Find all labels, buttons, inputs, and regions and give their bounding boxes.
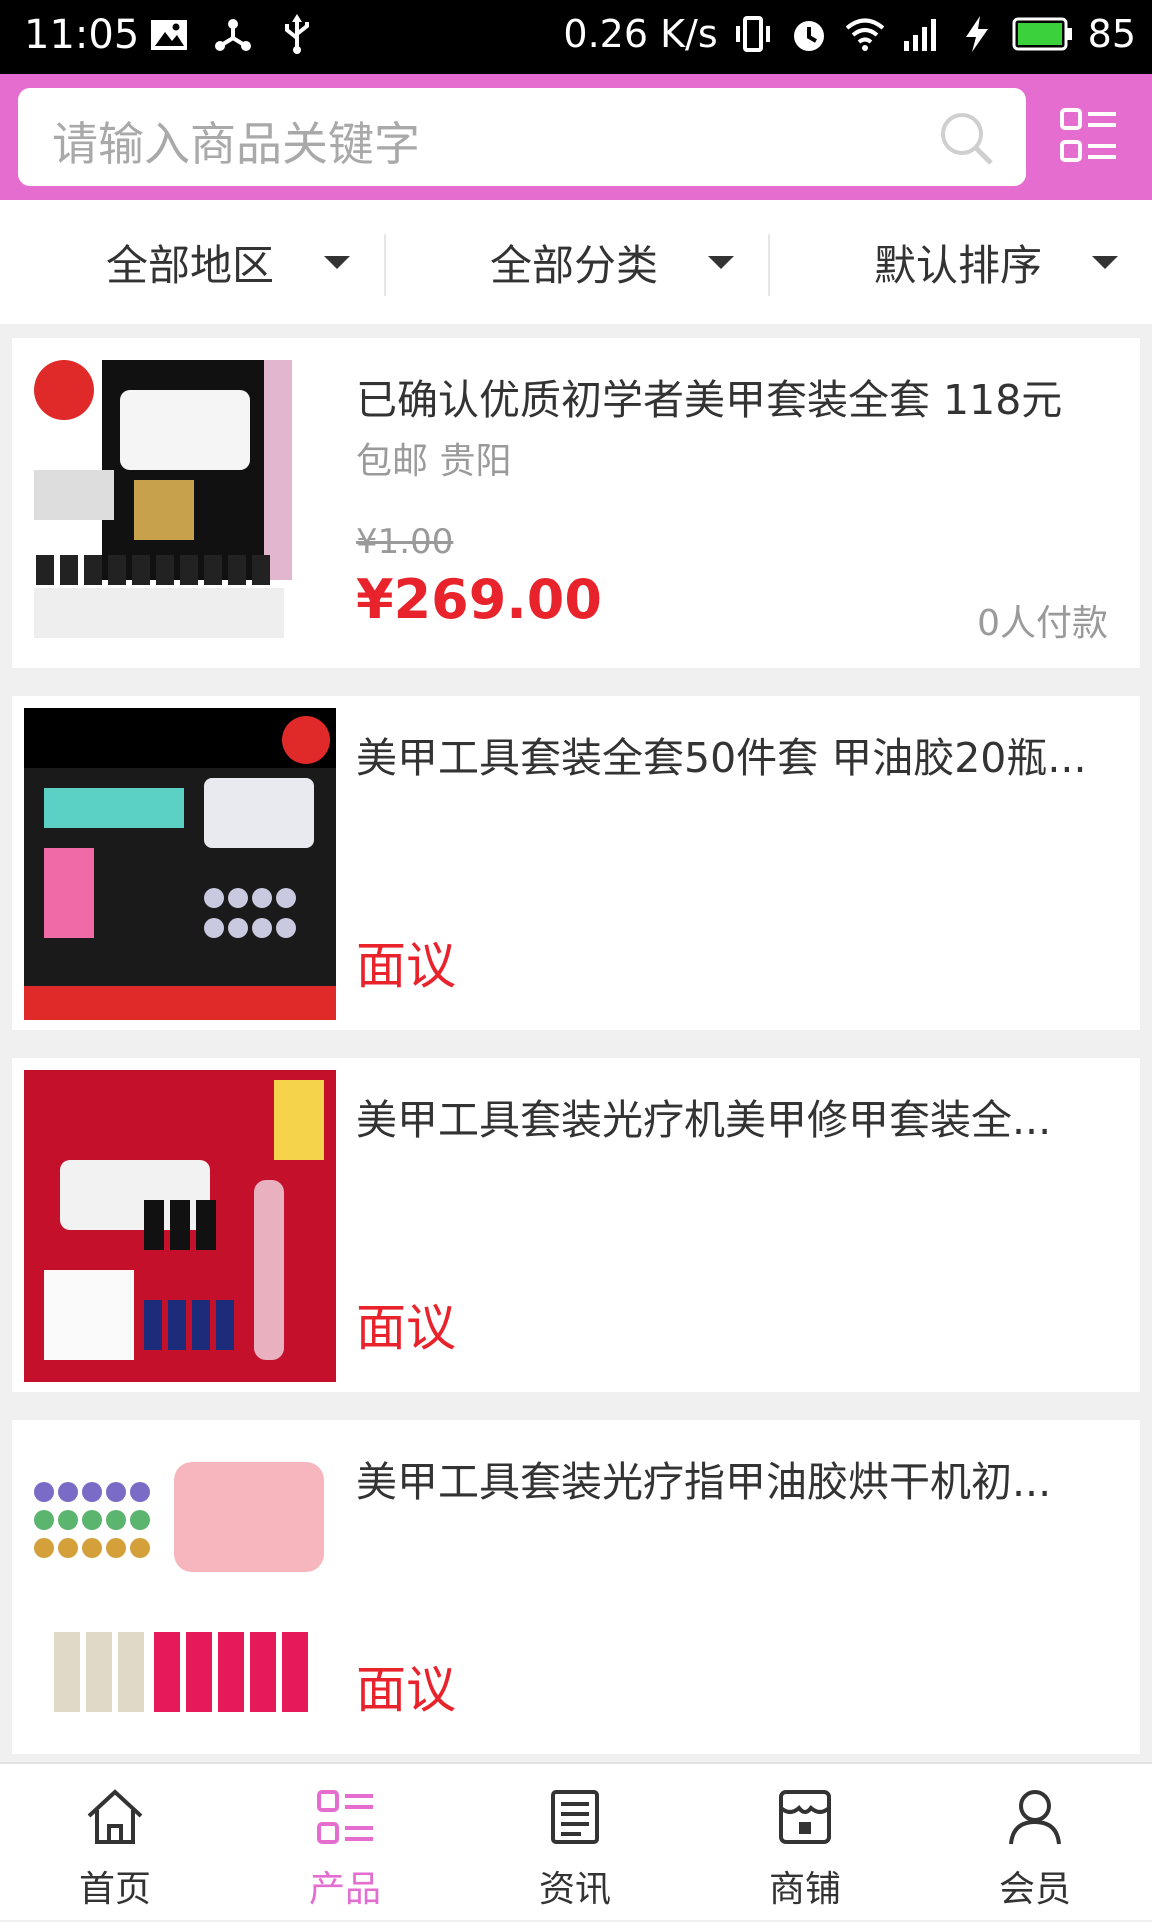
product-item[interactable]: 已确认优质初学者美甲套装全套 118元 包邮 贵阳 ¥1.00 ¥269.00 … — [12, 338, 1140, 668]
caret-down-icon — [1092, 255, 1119, 269]
filter-bar: 全部地区 全部分类 默认排序 — [0, 200, 1152, 324]
home-icon — [87, 1789, 143, 1844]
status-time: 11:05 — [24, 12, 140, 58]
product-image — [24, 350, 336, 662]
tab-news-label: 资讯 — [538, 1869, 611, 1910]
search-icon[interactable] — [936, 108, 996, 168]
header: 请输入商品关键字 — [0, 74, 1152, 200]
product-image — [24, 1432, 336, 1744]
search-input[interactable]: 请输入商品关键字 — [18, 88, 1026, 186]
product-image — [24, 708, 336, 1020]
signal-icon — [903, 19, 936, 51]
charging-icon — [965, 16, 988, 52]
usb-icon — [285, 14, 309, 54]
caret-down-icon — [324, 255, 351, 269]
product-item[interactable]: 美甲工具套装光疗指甲油胶烘干机初... 面议 — [12, 1420, 1140, 1754]
tab-home-label: 首页 — [78, 1869, 151, 1910]
filter-region-label: 全部地区 — [106, 240, 275, 290]
tab-shop-label: 商铺 — [768, 1869, 841, 1910]
status-right: 0.26 K/s 85 — [563, 12, 1136, 56]
price-negotiable: 面议 — [356, 937, 456, 995]
tab-shop[interactable]: 商铺 — [690, 1764, 920, 1922]
product-title[interactable]: 美甲工具套装光疗机美甲修甲套装全... — [356, 1086, 1120, 1146]
battery-level: 85 — [1087, 12, 1136, 56]
product-title[interactable]: 美甲工具套装光疗指甲油胶烘干机初... — [356, 1448, 1120, 1508]
shop-icon — [779, 1790, 831, 1844]
product-list: 已确认优质初学者美甲套装全套 118元 包邮 贵阳 ¥1.00 ¥269.00 … — [12, 338, 1140, 1782]
share-icon — [215, 19, 251, 51]
product-meta: 包邮 贵阳 — [356, 441, 512, 482]
user-icon — [1009, 1790, 1061, 1845]
product-image — [24, 1070, 336, 1382]
product-item[interactable]: 美甲工具套装全套50件套 甲油胶20瓶... 面议 — [12, 696, 1140, 1030]
filter-sort-label: 默认排序 — [874, 240, 1043, 290]
vibrate-icon — [735, 16, 770, 52]
price-negotiable: 面议 — [356, 1299, 456, 1357]
filter-region[interactable]: 全部地区 — [106, 200, 351, 324]
status-left-icons — [148, 14, 318, 56]
tab-products-label: 产品 — [308, 1869, 381, 1910]
status-bar: 11:05 0.26 K/s 85 — [0, 0, 1152, 74]
tab-member-label: 会员 — [998, 1869, 1071, 1910]
alarm-icon — [793, 21, 824, 51]
bottom-tab-bar: 首页 产品 资讯 商铺 会员 — [0, 1762, 1152, 1920]
product-title[interactable]: 美甲工具套装全套50件套 甲油胶20瓶... — [356, 724, 1120, 784]
search-placeholder: 请输入商品关键字 — [52, 117, 420, 171]
product-item[interactable]: 美甲工具套装光疗机美甲修甲套装全... 面议 — [12, 1058, 1140, 1392]
paid-count: 0人付款 — [977, 603, 1108, 644]
filter-sort[interactable]: 默认排序 — [874, 200, 1119, 324]
tab-products[interactable]: 产品 — [230, 1764, 460, 1922]
filter-divider — [384, 234, 386, 296]
tab-member[interactable]: 会员 — [920, 1764, 1150, 1922]
news-icon — [551, 1790, 599, 1844]
tab-news[interactable]: 资讯 — [460, 1764, 690, 1922]
price-negotiable: 面议 — [356, 1661, 456, 1719]
original-price: ¥1.00 — [356, 522, 454, 562]
caret-down-icon — [708, 255, 735, 269]
filter-divider — [768, 234, 770, 296]
product-price: ¥269.00 — [356, 568, 602, 631]
filter-category[interactable]: 全部分类 — [490, 200, 735, 324]
filter-category-label: 全部分类 — [490, 240, 659, 290]
image-icon — [151, 20, 187, 50]
battery-icon — [1012, 17, 1072, 51]
wifi-icon — [845, 18, 884, 51]
category-menu-icon[interactable] — [1060, 108, 1118, 166]
grid-list-icon — [317, 1790, 373, 1844]
tab-home[interactable]: 首页 — [0, 1764, 230, 1922]
network-speed: 0.26 K/s — [563, 12, 718, 56]
product-title[interactable]: 已确认优质初学者美甲套装全套 118元 — [356, 366, 1120, 426]
